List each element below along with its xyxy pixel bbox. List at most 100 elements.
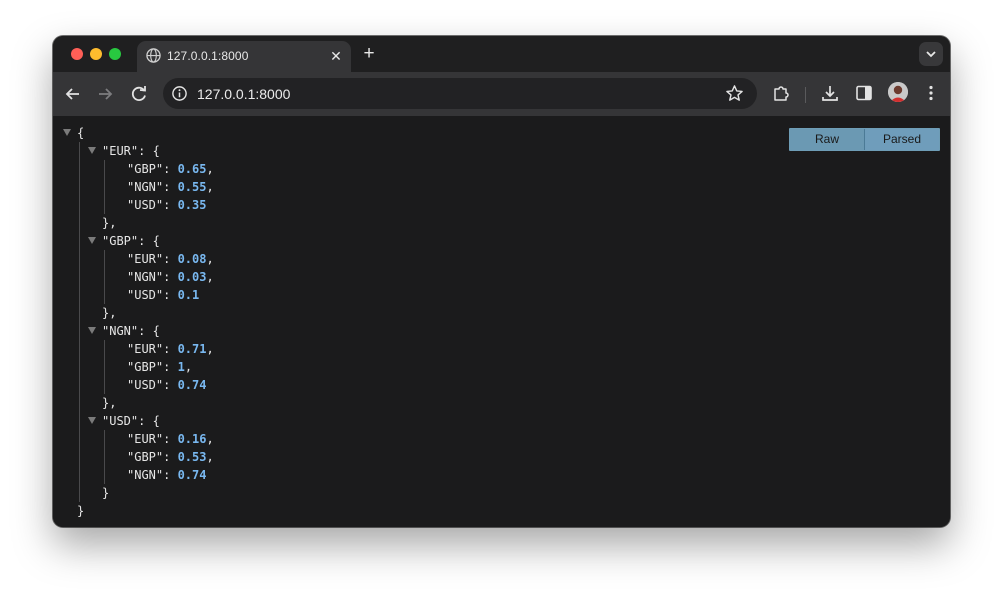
parsed-button[interactable]: Parsed [864,129,939,150]
view-mode-toggle[interactable]: Raw Parsed [789,128,940,151]
address-bar[interactable]: 127.0.0.1:8000 [163,78,757,109]
json-group-close: }, [63,214,214,232]
json-group-close: }, [63,304,214,322]
indent-guide [104,430,105,484]
raw-button[interactable]: Raw [790,129,864,150]
json-key: "USD" [102,414,139,428]
json-open-brace: { [77,126,85,140]
json-entry: "EUR": 0.08, [63,250,214,268]
collapse-toggle-icon[interactable] [88,417,96,424]
download-icon[interactable] [820,83,840,103]
browser-window: 127.0.0.1:8000 ✕ + 127.0.0.1:8000 {"EUR… [53,36,950,527]
collapse-toggle-icon[interactable] [88,327,96,334]
tab-strip: 127.0.0.1:8000 ✕ + [53,36,950,72]
indent-guide [104,340,105,394]
json-punctuation: : [138,414,153,428]
json-punctuation: : [163,432,178,446]
json-entry: "USD": 0.74 [63,376,214,394]
collapse-toggle-icon[interactable] [88,237,96,244]
collapse-toggle-icon[interactable] [63,129,71,136]
avatar-person-icon [888,82,908,102]
json-punctuation: : [163,468,178,482]
tab-title: 127.0.0.1:8000 [167,49,249,63]
json-group-open: "NGN": { [63,322,214,340]
json-punctuation: , [184,360,193,374]
json-entry: "NGN": 0.55, [63,178,214,196]
json-key: "USD" [127,378,164,392]
json-entry: "EUR": 0.16, [63,430,214,448]
json-key: "EUR" [127,252,164,266]
json-open-brace: { [152,324,160,338]
minimize-window-button[interactable] [90,48,102,60]
json-key: "EUR" [127,432,164,446]
json-punctuation: : [138,234,153,248]
collapse-toggle-icon[interactable] [88,147,96,154]
json-punctuation: : [163,360,178,374]
site-info-icon[interactable] [171,85,188,102]
json-group-close: } [63,484,214,502]
json-open-brace: { [152,414,160,428]
json-punctuation: : [163,270,178,284]
url-text[interactable]: 127.0.0.1:8000 [197,86,290,102]
json-value: 0.74 [177,378,207,392]
json-key: "NGN" [127,468,164,482]
json-punctuation: , [206,180,214,194]
json-entry: "NGN": 0.74 [63,466,214,484]
close-tab-icon[interactable]: ✕ [327,47,345,65]
bookmark-star-icon[interactable] [725,84,744,103]
json-group-open: "USD": { [63,412,214,430]
json-viewer: {"EUR": {"GBP": 0.65, "NGN": 0.55, "USD": … [63,124,214,520]
json-value: 0.71 [177,342,207,356]
json-open-brace: { [152,234,160,248]
json-value: 1 [177,360,185,374]
json-punctuation: , [206,432,214,446]
json-key: "EUR" [102,144,139,158]
json-value: 0.03 [177,270,207,284]
maximize-window-button[interactable] [109,48,121,60]
json-entry: "USD": 0.35 [63,196,214,214]
json-punctuation: , [206,450,214,464]
json-group-open: "EUR": { [63,142,214,160]
json-entry: "GBP": 1, [63,358,214,376]
json-punctuation: : [163,162,178,176]
json-entry: "GBP": 0.65, [63,160,214,178]
indent-guide [79,142,80,502]
json-punctuation: , [109,306,117,320]
json-punctuation: , [109,216,117,230]
json-entry: "EUR": 0.71, [63,340,214,358]
extensions-puzzle-icon[interactable] [771,83,791,103]
json-value: 0.1 [177,288,200,302]
json-value: 0.53 [177,450,207,464]
json-punctuation: , [206,162,214,176]
json-punctuation: : [163,450,178,464]
json-group-open: "GBP": { [63,232,214,250]
profile-avatar[interactable] [888,82,908,102]
forward-arrow-icon[interactable] [94,83,116,105]
reload-icon[interactable] [128,83,150,105]
chevron-down-icon [926,51,936,58]
new-tab-button[interactable]: + [359,44,379,64]
json-entry: "GBP": 0.53, [63,448,214,466]
json-punctuation: : [163,180,178,194]
browser-tab[interactable]: 127.0.0.1:8000 ✕ [137,41,351,72]
json-punctuation: : [163,342,178,356]
json-open-brace: { [152,144,160,158]
json-punctuation: , [206,270,214,284]
json-key: "GBP" [102,234,139,248]
json-key: "EUR" [127,342,164,356]
globe-icon [146,48,161,63]
side-panel-icon[interactable] [854,83,874,103]
json-punctuation: , [109,396,117,410]
page-content: {"EUR": {"GBP": 0.65, "NGN": 0.55, "USD": … [53,116,950,527]
close-window-button[interactable] [71,48,83,60]
tab-search-button[interactable] [919,42,943,66]
json-key: "NGN" [127,180,164,194]
json-value: 0.74 [177,468,207,482]
json-punctuation: , [206,342,214,356]
more-menu-icon[interactable] [921,83,941,103]
toolbar-divider [805,87,806,103]
back-arrow-icon[interactable] [62,83,84,105]
json-entry: "NGN": 0.03, [63,268,214,286]
json-key: "GBP" [127,162,164,176]
json-close-brace: } [77,504,85,518]
